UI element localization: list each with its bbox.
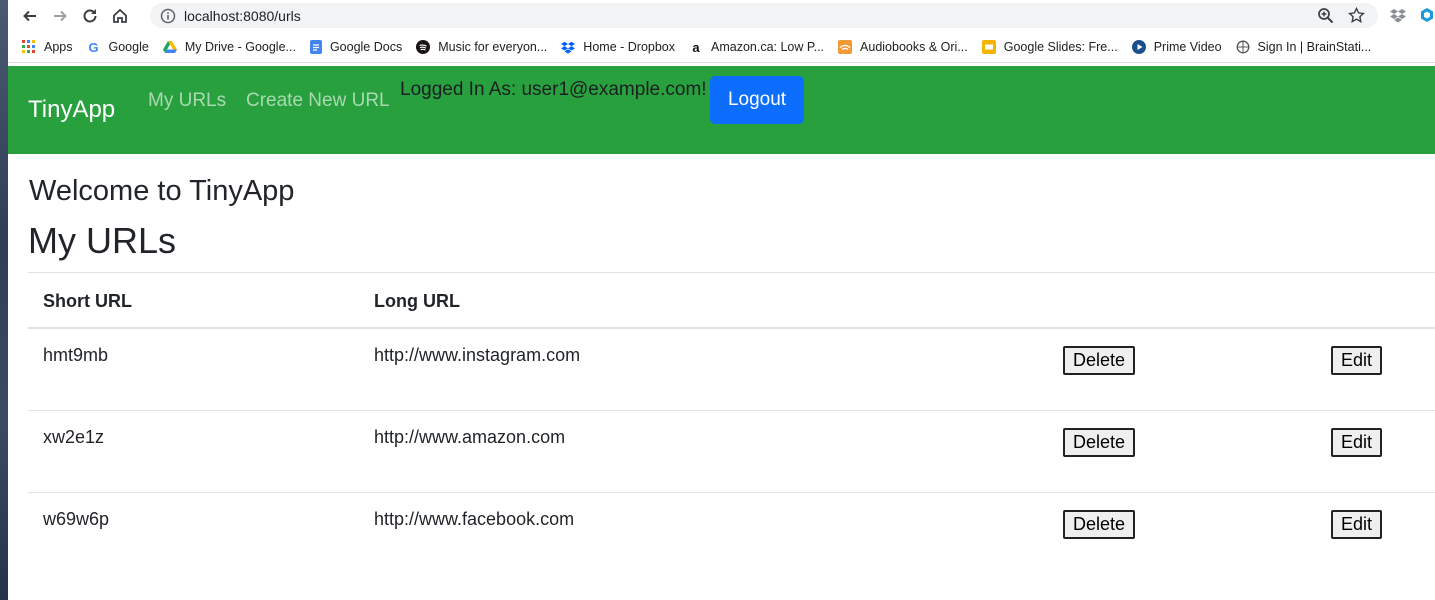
long-url-cell: http://www.amazon.com bbox=[359, 410, 1048, 493]
table-row: hmt9mb http://www.instagram.com Delete E… bbox=[28, 328, 1435, 411]
urls-table: Short URL Long URL hmt9mb http://www.ins… bbox=[28, 272, 1435, 574]
extension-cube-icon[interactable] bbox=[1419, 7, 1435, 23]
bookmark-label: Audiobooks & Ori... bbox=[860, 40, 968, 54]
delete-button[interactable]: Delete bbox=[1063, 428, 1136, 457]
bookmark-label: My Drive - Google... bbox=[184, 40, 296, 54]
brand-link[interactable]: TinyApp bbox=[28, 96, 115, 124]
edit-button[interactable]: Edit bbox=[1331, 428, 1383, 457]
page-title: My URLs bbox=[28, 220, 177, 261]
long-url-cell: http://www.instagram.com bbox=[359, 328, 1048, 411]
column-header-edit bbox=[1329, 272, 1435, 329]
bookmark-spotify[interactable]: Music for everyon... bbox=[416, 40, 547, 54]
home-icon bbox=[113, 8, 127, 23]
amazon-icon: a bbox=[692, 39, 700, 55]
bookmark-dropbox[interactable]: Home - Dropbox bbox=[561, 40, 675, 54]
bookmark-amazon[interactable]: a Amazon.ca: Low P... bbox=[689, 39, 825, 55]
nav-link-my-urls[interactable]: My URLs bbox=[148, 90, 226, 112]
bookmark-label: Home - Dropbox bbox=[583, 40, 675, 54]
short-url-cell: hmt9mb bbox=[28, 328, 359, 411]
google-docs-icon bbox=[309, 40, 322, 54]
edit-cell: Edit bbox=[1329, 410, 1435, 493]
bookmark-google[interactable]: G Google bbox=[87, 39, 149, 55]
bookmarks-bar: Apps G Google My Drive - Google... Googl… bbox=[8, 32, 1435, 63]
delete-button[interactable]: Delete bbox=[1063, 346, 1136, 375]
logout-button[interactable]: Logout bbox=[710, 76, 804, 124]
delete-cell: Delete bbox=[1048, 328, 1329, 411]
apps-grid-icon bbox=[22, 40, 36, 54]
bookmark-label: Apps bbox=[44, 40, 73, 54]
bookmark-apps[interactable]: Apps bbox=[22, 40, 73, 54]
arrow-left-icon bbox=[23, 10, 36, 22]
long-url-cell: http://www.facebook.com bbox=[374, 509, 575, 529]
google-slides-icon bbox=[981, 40, 996, 54]
bookmark-google-docs[interactable]: Google Docs bbox=[309, 40, 403, 54]
arrow-right-icon bbox=[54, 10, 67, 22]
edit-cell: Edit bbox=[1329, 493, 1435, 575]
bookmark-label: Google bbox=[108, 40, 149, 54]
table-header-row: Short URL Long URL bbox=[28, 272, 1435, 329]
bookmark-prime-video[interactable]: Prime Video bbox=[1131, 40, 1222, 54]
delete-button[interactable]: Delete bbox=[1063, 510, 1136, 539]
table-row: xw2e1z http://www.amazon.com Delete Edit bbox=[28, 410, 1435, 493]
column-header-short-url: Short URL bbox=[28, 272, 359, 329]
zoom-icon[interactable] bbox=[1317, 7, 1334, 24]
logged-in-status: Logged In As: user1@example.com! bbox=[400, 79, 707, 100]
edit-button[interactable]: Edit bbox=[1331, 510, 1383, 539]
prime-video-icon bbox=[1131, 40, 1146, 54]
spotify-icon bbox=[416, 40, 431, 54]
audible-icon bbox=[838, 40, 853, 54]
bookmark-label: Google Slides: Fre... bbox=[1003, 40, 1118, 54]
desktop-background bbox=[0, 0, 8, 600]
dropbox-icon bbox=[561, 40, 576, 54]
info-icon[interactable] bbox=[160, 8, 176, 24]
browser-toolbar: localhost:8080/urls bbox=[8, 0, 1435, 32]
reload-button[interactable] bbox=[78, 4, 102, 28]
column-header-delete bbox=[1048, 272, 1329, 329]
bookmark-label: Sign In | BrainStati... bbox=[1257, 40, 1372, 54]
delete-cell: Delete bbox=[1048, 410, 1329, 493]
bookmark-my-drive[interactable]: My Drive - Google... bbox=[162, 40, 296, 54]
edit-button[interactable]: Edit bbox=[1331, 346, 1383, 375]
dropbox-extension-icon[interactable] bbox=[1390, 7, 1406, 23]
bookmark-brainstation[interactable]: Sign In | BrainStati... bbox=[1236, 40, 1372, 54]
short-url-cell: w69w6p bbox=[43, 509, 110, 529]
nav-link-create-new-url[interactable]: Create New URL bbox=[246, 90, 390, 112]
edit-cell: Edit bbox=[1329, 328, 1435, 411]
forward-button[interactable] bbox=[48, 4, 72, 28]
delete-cell: Delete bbox=[1048, 493, 1329, 575]
google-drive-icon bbox=[162, 40, 177, 54]
table-row: w69w6p http://www.facebook.com Delete Ed… bbox=[28, 493, 1435, 575]
address-bar[interactable]: localhost:8080/urls bbox=[150, 3, 1378, 28]
welcome-heading: Welcome to TinyApp bbox=[29, 175, 295, 207]
bookmark-audible[interactable]: Audiobooks & Ori... bbox=[838, 40, 968, 54]
bookmark-label: Google Docs bbox=[329, 40, 403, 54]
app-navbar: TinyApp My URLs Create New URL Logged In… bbox=[8, 66, 1435, 154]
short-url-cell: xw2e1z bbox=[28, 410, 359, 493]
bookmark-star-icon[interactable] bbox=[1348, 7, 1365, 24]
column-header-long-url: Long URL bbox=[359, 272, 1048, 329]
reload-icon bbox=[83, 9, 97, 23]
bookmark-label: Music for everyon... bbox=[438, 40, 548, 54]
google-icon: G bbox=[88, 39, 99, 55]
back-button[interactable] bbox=[18, 4, 42, 28]
bookmark-label: Amazon.ca: Low P... bbox=[711, 40, 825, 54]
home-button[interactable] bbox=[108, 4, 132, 28]
bookmark-google-slides[interactable]: Google Slides: Fre... bbox=[981, 40, 1118, 54]
brainstation-icon bbox=[1236, 40, 1250, 54]
bookmark-label: Prime Video bbox=[1153, 40, 1222, 54]
address-bar-url[interactable]: localhost:8080/urls bbox=[184, 8, 301, 24]
